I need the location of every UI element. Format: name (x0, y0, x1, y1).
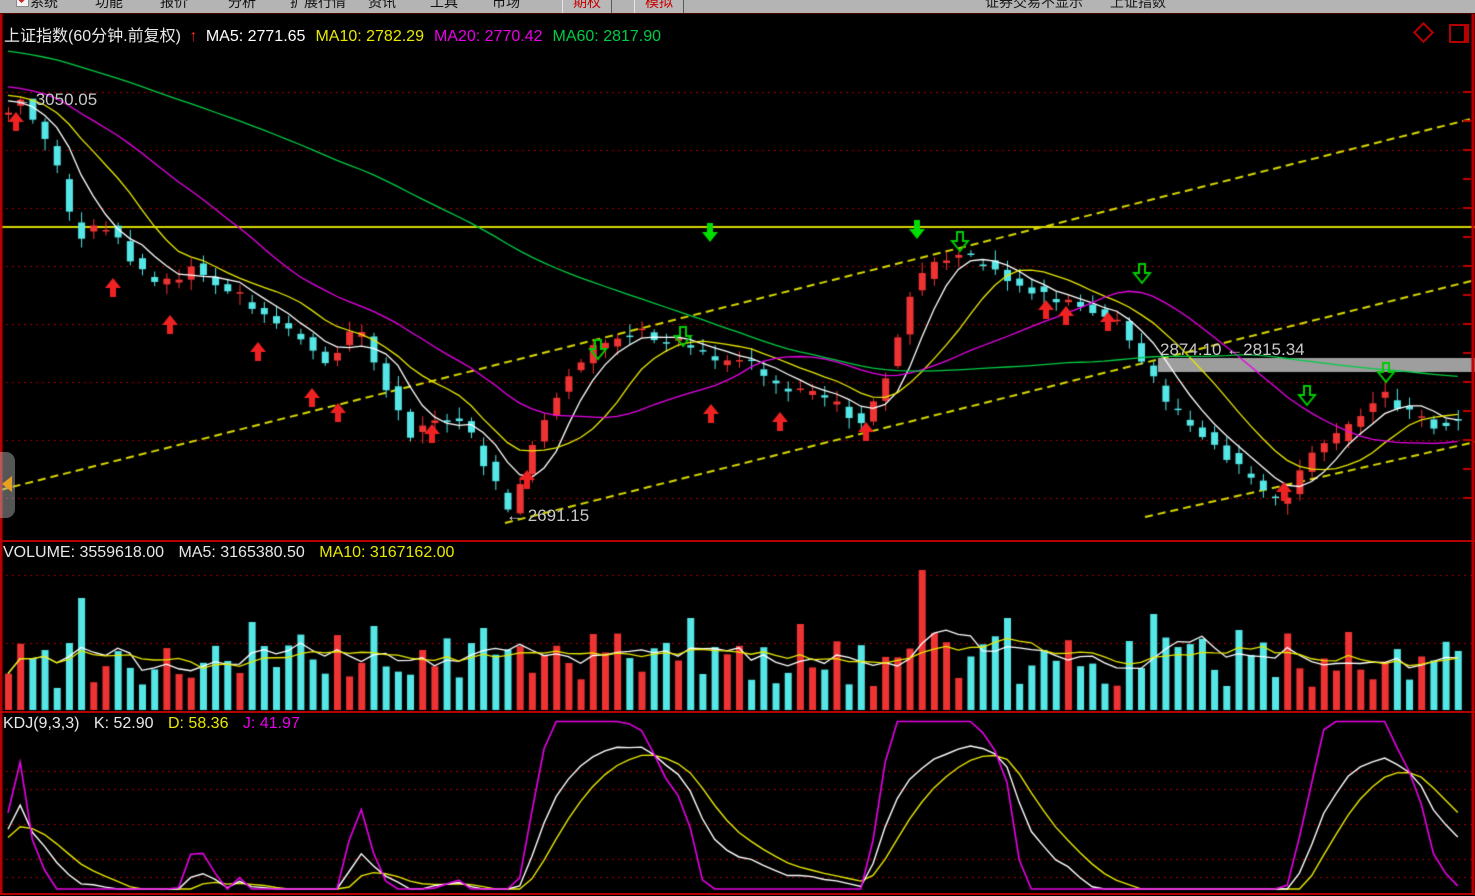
menu-hot-button-1[interactable]: 期权 (562, 0, 612, 13)
ma-legend: MA5: 2771.65 MA10: 2782.29 MA20: 2770.42 MA… (206, 28, 671, 45)
menu-right-text-2: 上证指数 (1110, 0, 1166, 13)
menu-bar: 系统 功能 报价 分析 扩展行情 资讯 工具 市场 期权 模拟 证券交易不显示 上证指数 (0, 0, 1475, 13)
kdj-d-value: D: 58.36 (168, 715, 228, 732)
low-price-label: ← 2691.15 (506, 506, 589, 526)
menu-item-1[interactable]: 系统 (30, 0, 58, 13)
gap-price-label: 2874.10 ←2815.34 (1160, 340, 1305, 360)
menu-hot-button-2[interactable]: 模拟 (634, 0, 684, 13)
trading-terminal: 系统 功能 报价 分析 扩展行情 资讯 工具 市场 期权 模拟 证券交易不显示 上证指数 上证指… (0, 0, 1475, 896)
volume-chart-canvas[interactable] (0, 542, 1475, 711)
up-arrow-icon: ↑ (189, 28, 197, 45)
candlestick-chart-canvas[interactable] (0, 14, 1475, 540)
kdj-j-value: J: 41.97 (243, 715, 300, 732)
menu-item-4[interactable]: 分析 (228, 0, 256, 13)
chart-title: 上证指数(60分钟.前复权) (4, 28, 181, 45)
volume-ma5-value: MA5: 3165380.50 (178, 544, 304, 561)
corner-icons (1416, 24, 1469, 45)
pane-separator (0, 893, 1475, 895)
menu-item-7[interactable]: 工具 (430, 0, 458, 13)
app-logo-icon[interactable] (16, 0, 29, 7)
volume-header: VOLUME: 3559618.00 MA5: 3165380.50 MA10:… (3, 544, 464, 562)
kdj-pane: KDJ(9,3,3) K: 52.90 D: 58.36 J: 41.97 (0, 713, 1475, 893)
diamond-icon[interactable] (1412, 22, 1433, 43)
volume-value: VOLUME: 3559618.00 (3, 544, 164, 561)
volume-ma10-value: MA10: 3167162.00 (319, 544, 454, 561)
menu-item-6[interactable]: 资讯 (368, 0, 396, 13)
menu-item-8[interactable]: 市场 (492, 0, 520, 13)
main-chart-pane: 上证指数(60分钟.前复权) ↑ MA5: 2771.65 MA10: 2782.… (0, 14, 1475, 540)
volume-pane: VOLUME: 3559618.00 MA5: 3165380.50 MA10:… (0, 542, 1475, 711)
menu-item-5[interactable]: 扩展行情 (290, 0, 346, 13)
window-icon[interactable] (1449, 24, 1469, 43)
menu-right-text-1: 证券交易不显示 (985, 0, 1083, 13)
ma-legend-item-2: MA10: 2782.29 (315, 28, 424, 45)
high-price-label: ← 3050.05 (14, 90, 97, 110)
kdj-header: KDJ(9,3,3) K: 52.90 D: 58.36 J: 41.97 (3, 715, 310, 733)
menu-item-2[interactable]: 功能 (95, 0, 123, 13)
ma-legend-item-1: MA5: 2771.65 (206, 28, 306, 45)
expand-arrow-icon (2, 476, 12, 492)
chart-title-bar: 上证指数(60分钟.前复权) ↑ MA5: 2771.65 MA10: 2782.… (4, 22, 671, 46)
kdj-chart-canvas[interactable] (0, 713, 1475, 893)
menu-item-3[interactable]: 报价 (160, 0, 188, 13)
kdj-name: KDJ(9,3,3) (3, 715, 79, 732)
ma-legend-item-4: MA60: 2817.90 (553, 28, 662, 45)
sidebar-expand-handle[interactable] (0, 452, 15, 518)
kdj-k-value: K: 52.90 (94, 715, 154, 732)
ma-legend-item-3: MA20: 2770.42 (434, 28, 543, 45)
